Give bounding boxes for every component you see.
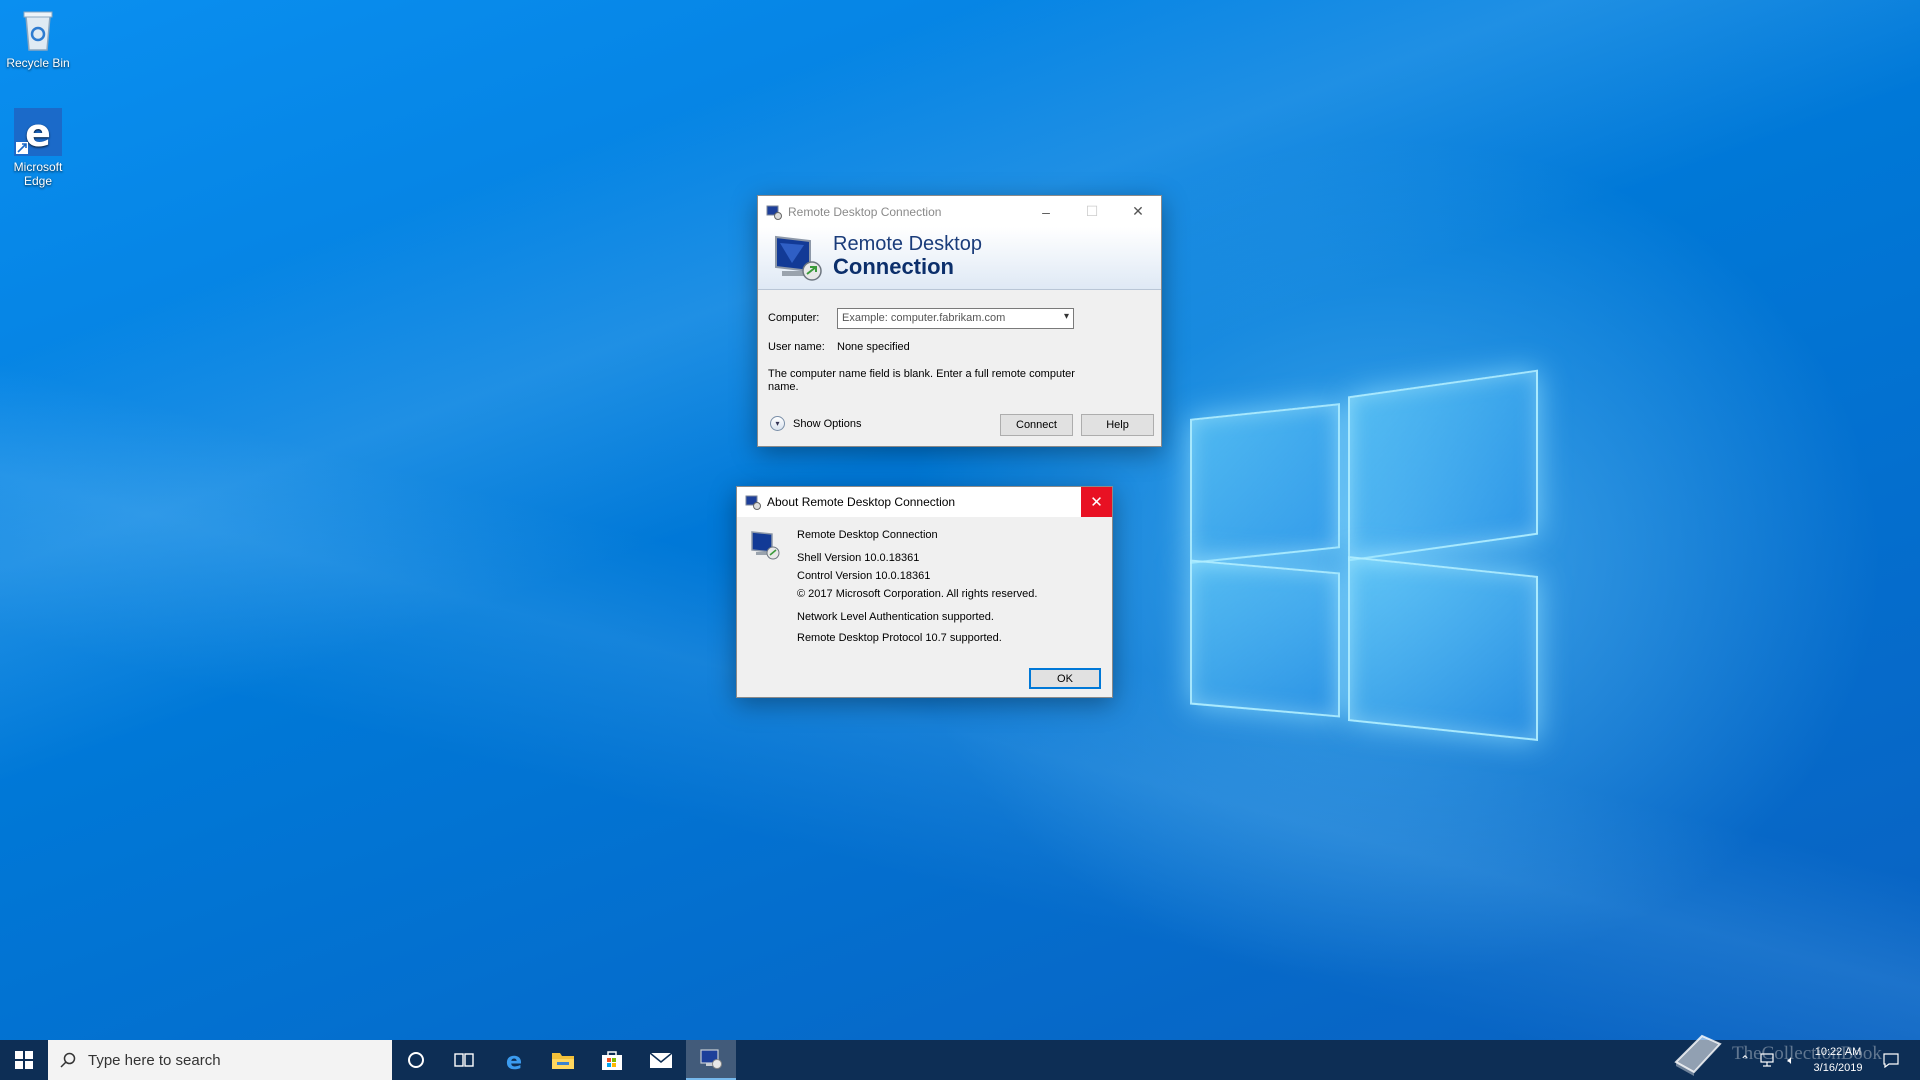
product-name: Remote Desktop Connection <box>797 529 938 541</box>
close-button[interactable]: ✕ <box>1081 487 1112 517</box>
desktop-icon-label: Microsoft Edge <box>13 160 63 188</box>
task-view-button[interactable] <box>440 1040 488 1080</box>
taskbar-edge[interactable]: e <box>490 1040 538 1080</box>
dialog-title: About Remote Desktop Connection <box>767 495 956 509</box>
taskbar-mail[interactable] <box>637 1040 685 1080</box>
status-message: The computer name field is blank. Enter … <box>768 368 1075 393</box>
svg-text:e: e <box>506 1048 522 1072</box>
search-placeholder: Type here to search <box>88 1051 221 1069</box>
wallpaper-windows-logo <box>1190 369 1540 743</box>
about-dialog: About Remote Desktop Connection ✕ Remote… <box>736 486 1113 698</box>
help-button[interactable]: Help <box>1081 414 1154 436</box>
connect-button[interactable]: Connect <box>1000 414 1073 436</box>
store-bag-icon <box>602 1051 622 1070</box>
banner-title-line2: Connection <box>833 254 954 279</box>
recycle-bin-icon <box>23 11 53 51</box>
taskbar-store[interactable] <box>588 1040 636 1080</box>
username-value: None specified <box>837 341 910 353</box>
desktop-icon-recycle-bin[interactable]: Recycle Bin <box>0 8 76 70</box>
desktop-icon-label: Recycle Bin <box>6 56 70 70</box>
taskbar: Type here to search e ⌃ 🔈︎ 10:22 AM 3/16… <box>0 1040 1920 1080</box>
rdc-monitor-icon <box>751 531 780 560</box>
task-view-icon <box>454 1053 474 1067</box>
shell-version: Shell Version 10.0.18361 <box>797 552 920 564</box>
banner-title-line1: Remote Desktop <box>833 233 982 255</box>
show-options-link[interactable]: Show Options <box>793 418 861 430</box>
minimize-button[interactable]: – <box>1023 196 1069 227</box>
computer-combobox[interactable]: Example: computer.fabrikam.com ▾ <box>837 308 1074 329</box>
rdc-window: Remote Desktop Connection – ☐ ✕ Remote D… <box>757 195 1162 447</box>
title-bar[interactable]: About Remote Desktop Connection ✕ <box>737 487 1112 517</box>
protocol-support: Remote Desktop Protocol 10.7 supported. <box>797 632 1002 644</box>
computer-placeholder: Example: computer.fabrikam.com <box>842 312 1006 324</box>
nla-support: Network Level Authentication supported. <box>797 611 994 623</box>
svg-text:e: e <box>25 111 51 155</box>
taskbar-search-box[interactable]: Type here to search <box>48 1040 392 1080</box>
close-button[interactable]: ✕ <box>1115 196 1161 227</box>
mail-envelope-icon <box>649 1052 673 1068</box>
folder-icon <box>552 1053 574 1069</box>
rdc-app-icon <box>700 1049 722 1069</box>
rdc-body: Computer: Example: computer.fabrikam.com… <box>758 290 1161 446</box>
windows-start-icon <box>15 1051 33 1069</box>
rdc-app-icon <box>766 205 782 220</box>
rdc-monitor-icon <box>775 235 822 281</box>
watermark-book-logo <box>1672 1032 1724 1079</box>
cortana-circle-icon <box>408 1052 424 1068</box>
start-button[interactable] <box>0 1040 48 1080</box>
rdc-banner: Remote Desktop Connection <box>758 227 1161 290</box>
ok-button[interactable]: OK <box>1029 668 1101 689</box>
expand-circle-icon[interactable]: ▾ <box>770 416 785 431</box>
window-title: Remote Desktop Connection <box>788 204 942 219</box>
desktop-icon-edge[interactable]: e Microsoft Edge <box>0 108 76 188</box>
rdc-app-icon <box>745 495 761 510</box>
taskbar-rdc-active[interactable] <box>686 1040 736 1080</box>
about-body: Remote Desktop Connection Shell Version … <box>737 517 1112 698</box>
search-icon <box>60 1052 76 1068</box>
edge-icon: e <box>14 108 62 156</box>
computer-label: Computer: <box>768 312 820 324</box>
maximize-button[interactable]: ☐ <box>1069 196 1115 227</box>
username-label: User name: <box>768 341 825 353</box>
copyright: © 2017 Microsoft Corporation. All rights… <box>797 588 1038 600</box>
title-bar[interactable]: Remote Desktop Connection – ☐ ✕ <box>758 196 1161 227</box>
edge-icon: e <box>506 1048 522 1072</box>
cortana-button[interactable] <box>392 1040 440 1080</box>
watermark-text: TheCollectionBook <box>1732 1043 1882 1064</box>
taskbar-file-explorer[interactable] <box>539 1040 587 1080</box>
chevron-down-icon[interactable]: ▾ <box>1064 311 1069 322</box>
notification-icon <box>1883 1052 1899 1068</box>
control-version: Control Version 10.0.18361 <box>797 570 931 582</box>
